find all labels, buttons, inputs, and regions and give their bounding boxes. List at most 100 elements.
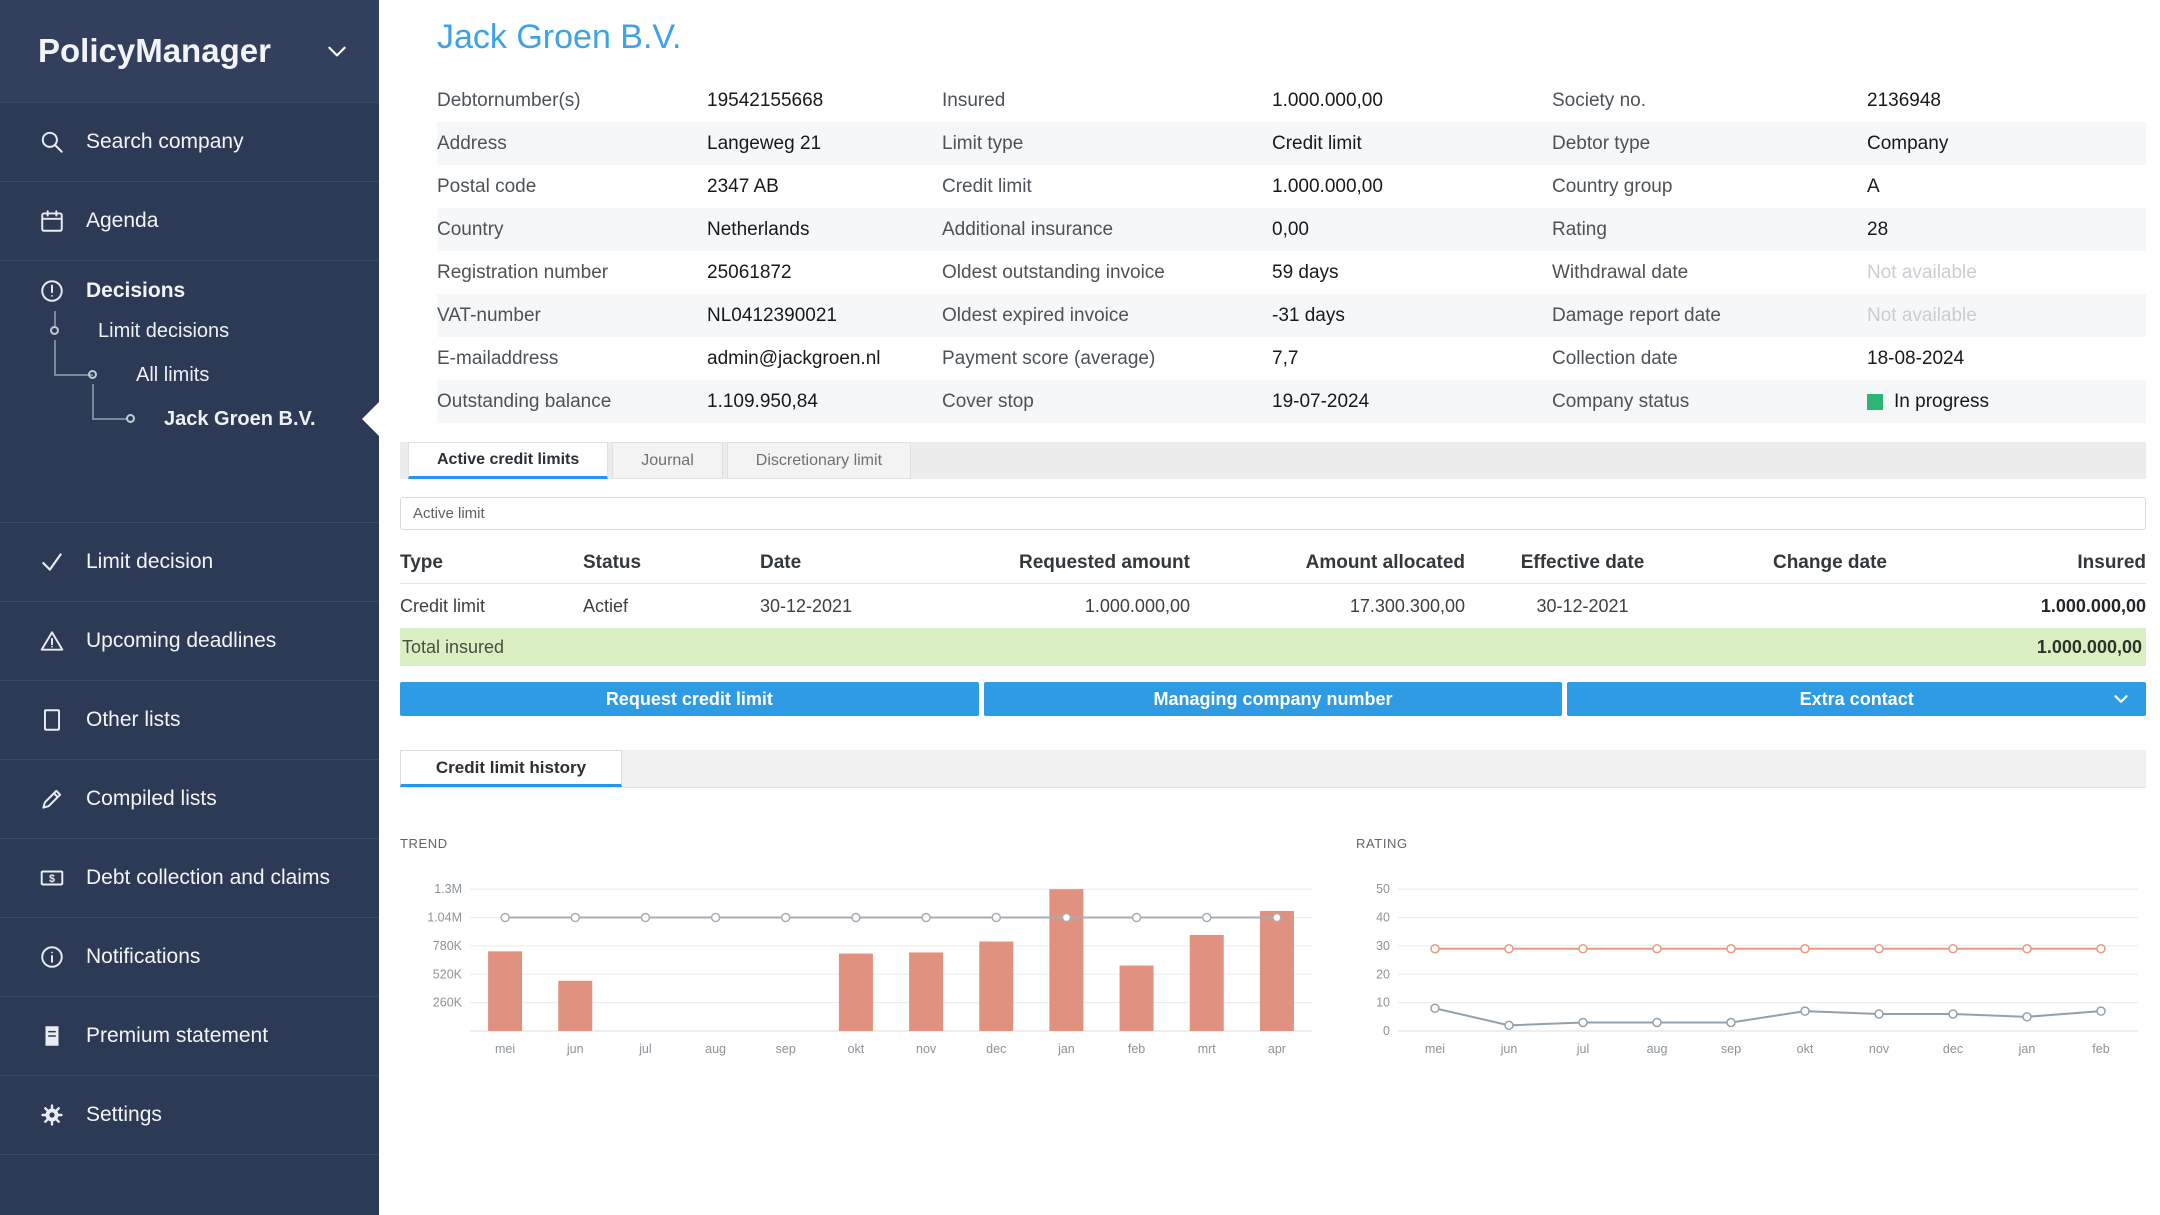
managing-company-number-button[interactable]: Managing company number xyxy=(984,682,1563,716)
detail-label: Insured xyxy=(942,90,1272,112)
svg-text:260K: 260K xyxy=(433,996,463,1010)
sidebar-item-limit-decision[interactable]: Limit decision xyxy=(0,523,379,602)
detail-label: Rating xyxy=(1552,219,1867,241)
main-content: Jack Groen B.V. Debtornumber(s) 19542155… xyxy=(379,0,2160,1215)
svg-text:1.3M: 1.3M xyxy=(434,882,462,896)
button-label: Managing company number xyxy=(1153,689,1392,710)
active-limit-filter-input[interactable]: Active limit xyxy=(400,497,2146,530)
sidebar-item-upcoming-deadlines[interactable]: Upcoming deadlines xyxy=(0,602,379,681)
sidebar-item-agenda[interactable]: Agenda xyxy=(0,182,379,261)
detail-value: A xyxy=(1867,176,2146,198)
detail-value: 7,7 xyxy=(1272,348,1552,370)
app-title: PolicyManager xyxy=(38,32,271,70)
column-header: Type xyxy=(400,552,583,574)
detail-value: Credit limit xyxy=(1272,133,1552,155)
tab-journal[interactable]: Journal xyxy=(612,442,722,479)
detail-label: Limit type xyxy=(942,133,1272,155)
svg-text:aug: aug xyxy=(705,1042,726,1056)
detail-row: Registration number 25061872 Oldest outs… xyxy=(437,251,2146,294)
tree-node-icon xyxy=(50,326,59,335)
svg-text:okt: okt xyxy=(848,1042,865,1056)
sidebar-item-other-lists[interactable]: Other lists xyxy=(0,681,379,760)
charts-section: TREND 260K520K780K1.04M1.3Mmeijunjulaugs… xyxy=(400,836,2146,1066)
history-tab-bar: Credit limit history xyxy=(400,750,2146,788)
tab-discretionary-limit[interactable]: Discretionary limit xyxy=(727,442,911,479)
sidebar-item-compiled-lists[interactable]: Compiled lists xyxy=(0,760,379,839)
sidebar-item-label: Other lists xyxy=(86,708,181,732)
sidebar-item-notifications[interactable]: Notifications xyxy=(0,918,379,997)
trend-chart-canvas: 260K520K780K1.04M1.3Mmeijunjulaugsepoktn… xyxy=(400,861,1320,1061)
chevron-down-icon[interactable] xyxy=(2110,688,2132,715)
cell-requested-amount: 1.000.000,00 xyxy=(940,596,1190,617)
page-title: Jack Groen B.V. xyxy=(437,18,2146,57)
cell-effective-date: 30-12-2021 xyxy=(1465,596,1700,617)
svg-text:dec: dec xyxy=(1943,1042,1963,1056)
tab-credit-limit-history[interactable]: Credit limit history xyxy=(400,750,622,787)
column-header: Effective date xyxy=(1465,552,1700,574)
chevron-down-icon[interactable] xyxy=(323,37,351,65)
tab-label: Discretionary limit xyxy=(756,452,882,470)
detail-row: Outstanding balance 1.109.950,84 Cover s… xyxy=(437,380,2146,423)
table-row[interactable]: Credit limit Actief 30-12-2021 1.000.000… xyxy=(400,584,2146,628)
detail-value-unavailable: Not available xyxy=(1867,305,2146,327)
tree-connector xyxy=(54,311,56,326)
detail-label: Society no. xyxy=(1552,90,1867,112)
sidebar-item-debt-collection[interactable]: $ Debt collection and claims xyxy=(0,839,379,918)
svg-text:780K: 780K xyxy=(433,939,463,953)
column-header: Status xyxy=(583,552,760,574)
tree-item-limit-decisions[interactable]: Limit decisions xyxy=(98,311,229,351)
svg-text:aug: aug xyxy=(1647,1042,1668,1056)
svg-text:jun: jun xyxy=(1500,1042,1518,1056)
total-value: 1.000.000,00 xyxy=(2037,637,2142,658)
detail-value: 25061872 xyxy=(707,262,942,284)
request-credit-limit-button[interactable]: Request credit limit xyxy=(400,682,979,716)
svg-text:30: 30 xyxy=(1376,939,1390,953)
extra-contact-button[interactable]: Extra contact xyxy=(1567,682,2146,716)
detail-value: NL0412390021 xyxy=(707,305,942,327)
status-badge: In progress xyxy=(1894,391,1989,413)
detail-value: 19-07-2024 xyxy=(1272,391,1552,413)
sidebar-item-premium-statement[interactable]: Premium statement xyxy=(0,997,379,1076)
detail-label: Outstanding balance xyxy=(437,391,707,413)
tree-item-all-limits[interactable]: All limits xyxy=(136,355,209,395)
sidebar: PolicyManager Search company Agenda Deci… xyxy=(0,0,379,1215)
decisions-tree: Limit decisions All limits Jack Groen B.… xyxy=(0,311,379,439)
svg-text:sep: sep xyxy=(1721,1042,1741,1056)
svg-text:jan: jan xyxy=(2018,1042,2036,1056)
sidebar-item-settings[interactable]: Settings xyxy=(0,1076,379,1155)
sidebar-item-decisions[interactable]: Decisions xyxy=(0,271,379,311)
detail-label: Debtornumber(s) xyxy=(437,90,707,112)
svg-text:jul: jul xyxy=(1576,1042,1590,1056)
cell-date: 30-12-2021 xyxy=(760,596,940,617)
detail-label: E-mailaddress xyxy=(437,348,707,370)
app-logo-menu[interactable]: PolicyManager xyxy=(0,0,379,103)
svg-text:520K: 520K xyxy=(433,967,463,981)
svg-text:50: 50 xyxy=(1376,882,1390,896)
exclamation-circle-icon xyxy=(38,277,66,305)
svg-text:0: 0 xyxy=(1383,1024,1390,1038)
detail-row: Debtornumber(s) 19542155668 Insured 1.00… xyxy=(437,79,2146,122)
document-icon xyxy=(38,706,66,734)
pencil-icon xyxy=(38,785,66,813)
tab-active-credit-limits[interactable]: Active credit limits xyxy=(408,442,608,479)
svg-text:mei: mei xyxy=(495,1042,515,1056)
detail-label: Payment score (average) xyxy=(942,348,1272,370)
svg-text:20: 20 xyxy=(1376,967,1390,981)
detail-value: Langeweg 21 xyxy=(707,133,942,155)
calendar-icon xyxy=(38,207,66,235)
tree-item-jack-groen-selected[interactable]: Jack Groen B.V. xyxy=(164,399,316,439)
tree-node-icon xyxy=(126,414,135,423)
cell-insured: 1.000.000,00 xyxy=(1960,596,2146,617)
limits-tab-bar: Active credit limits Journal Discretiona… xyxy=(400,442,2146,479)
sidebar-item-label: Search company xyxy=(86,130,244,154)
svg-text:okt: okt xyxy=(1797,1042,1814,1056)
detail-value: 1.109.950,84 xyxy=(707,391,942,413)
sidebar-item-search-company[interactable]: Search company xyxy=(0,103,379,182)
sidebar-decisions-section: Decisions Limit decisions All limits J xyxy=(0,261,379,523)
detail-label: Credit limit xyxy=(942,176,1272,198)
svg-text:40: 40 xyxy=(1376,911,1390,925)
detail-row: E-mailaddress admin@jackgroen.nl Payment… xyxy=(437,337,2146,380)
column-header: Insured xyxy=(1960,552,2146,574)
svg-text:1.04M: 1.04M xyxy=(427,911,462,925)
detail-label: Company status xyxy=(1552,391,1867,413)
